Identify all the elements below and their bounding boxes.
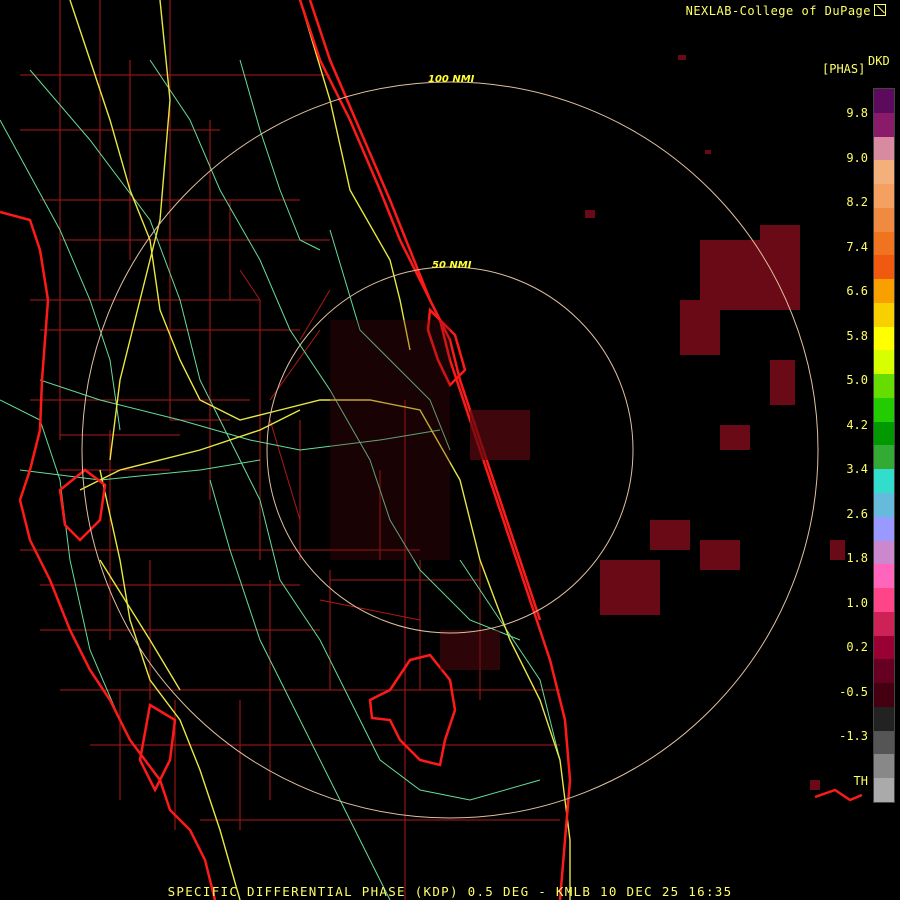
legend-swatch (874, 540, 894, 565)
legend-tick-label: -0.5 (839, 684, 868, 699)
legend-swatch (874, 730, 894, 755)
legend-swatch (874, 564, 894, 589)
legend-swatch (874, 421, 894, 446)
legend-swatch (874, 231, 894, 256)
legend-swatch (874, 160, 894, 185)
legend-swatch (874, 350, 894, 375)
legend-swatch (874, 706, 894, 731)
legend-swatch (874, 302, 894, 327)
legend-tick-label: 7.4 (846, 239, 868, 254)
legend-tick-label: 4.2 (846, 417, 868, 432)
product-caption: SPECIFIC DIFFERENTIAL PHASE (KDP) 0.5 DE… (167, 884, 733, 899)
coastline-fragment (814, 788, 863, 802)
legend-swatch (874, 397, 894, 422)
legend-swatch (874, 184, 894, 208)
legend-swatch (874, 683, 894, 707)
legend-swatch (874, 112, 894, 137)
legend-tick-label: 8.2 (846, 195, 868, 209)
legend-swatch (874, 588, 894, 612)
credit-label: NEXLAB-College of DuPage (686, 4, 886, 18)
legend-swatch (874, 635, 894, 660)
legend-tick-label: 9.8 (846, 106, 868, 120)
credit-text: NEXLAB-College of DuPage (685, 4, 871, 18)
legend-tick-label: -1.3 (839, 729, 868, 743)
lake-okeechobee (368, 653, 457, 767)
legend-swatch (874, 136, 894, 161)
color-legend-bar (873, 88, 895, 803)
radar-map: 50 NMI 100 NMI (0, 0, 863, 900)
legend-tick-label: 9.0 (846, 150, 868, 165)
legend-swatch (874, 326, 894, 351)
legend-tick-label: 3.4 (846, 462, 868, 476)
legend-swatch (874, 469, 894, 494)
legend-tick-label: 1.0 (846, 595, 868, 610)
legend-swatch (874, 374, 894, 398)
range-ring-label-50: 50 NMI (432, 260, 472, 271)
legend-swatch (874, 659, 894, 684)
legend-tick-label: 6.6 (846, 284, 868, 298)
clutter-echoes (330, 320, 530, 670)
radar-echoes (585, 55, 845, 790)
legend-unit: [PHAS] (822, 62, 866, 76)
legend-swatch (874, 778, 894, 802)
legend-swatch (874, 611, 894, 636)
legend-swatch (874, 754, 894, 779)
legend-tick-label: 0.2 (846, 640, 868, 654)
legend-tick-label: 2.6 (846, 506, 868, 521)
legend-swatch (874, 89, 894, 113)
legend-swatch (874, 255, 894, 280)
legend-swatch (874, 493, 894, 517)
legend-tick-label: 1.8 (846, 551, 868, 565)
secondary-roads (0, 59, 561, 900)
range-ring-label-100: 100 NMI (428, 74, 475, 85)
legend-swatch (874, 445, 894, 470)
legend-swatch (874, 207, 894, 232)
legend-product-code: DKD (868, 54, 890, 68)
legend-tick-label: TH (853, 773, 868, 788)
legend-tick-label: 5.0 (846, 373, 868, 387)
logo-icon (874, 4, 886, 16)
legend-swatch (874, 516, 894, 541)
legend-tick-label: 5.8 (846, 328, 868, 343)
legend-swatch (874, 279, 894, 303)
